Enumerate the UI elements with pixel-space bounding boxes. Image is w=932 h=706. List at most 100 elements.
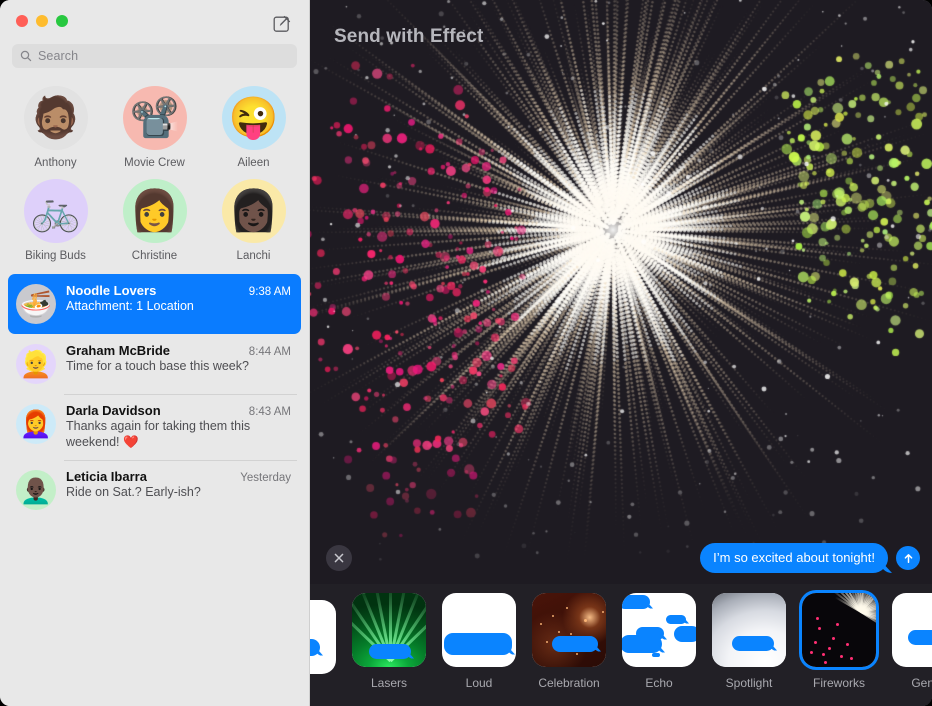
conversation-body: Graham McBride 8:44 AM Time for a touch ba… [66,343,291,384]
zoom-window-button[interactable] [56,15,68,27]
conversation-timestamp: 9:38 AM [249,286,291,298]
sidebar: Search 🧔🏽 Anthony 📽️ Movie Crew 😜 Aileen 🚲 Biki… [0,0,310,706]
avatar-glyph: 👱 [20,351,52,377]
effect-thumb-partial[interactable] [310,600,336,674]
pinned-item-movie-crew[interactable]: 📽️ Movie Crew [105,84,204,169]
conversation-header: Noodle Lovers 9:38 AM [66,283,291,298]
page-title: Send with Effect [334,26,483,48]
avatar-glyph: 📽️ [130,98,180,138]
pinned-item-label: Christine [132,250,177,262]
effect-thumb-celebration[interactable] [532,593,606,667]
search-placeholder: Search [38,49,78,63]
avatar-group-movie-crew: 📽️ [123,86,187,150]
avatar-memoji-christine: 👩 [123,179,187,243]
effects-picker-strip[interactable]: Lasers Loud Celebration Echo Spotlight Firewo… [310,584,932,706]
compose-pencil-square-icon[interactable] [271,12,293,34]
effect-option-partial[interactable] [310,600,336,683]
pinned-item-christine[interactable]: 👩 Christine [105,177,204,262]
avatar-memoji-anthony: 🧔🏽 [24,86,88,150]
search-container: Search [0,44,309,68]
conversation-row[interactable]: 👨🏿‍🦲 Leticia Ibarra Yesterday Ride on Sat.?… [8,460,301,520]
search-icon [20,50,32,62]
pinned-item-label: Movie Crew [124,157,185,169]
avatar-glyph: 🧔🏽 [31,98,81,138]
minimize-window-button[interactable] [36,15,48,27]
search-input[interactable]: Search [12,44,297,68]
conversation-header: Graham McBride 8:44 AM [66,343,291,358]
avatar-glyph: 👩‍🦰 [20,411,52,437]
effect-option-label: Echo [645,676,672,690]
effect-option-label: Loud [466,676,493,690]
message-bubble: I’m so excited about tonight! [700,543,888,573]
conversation-timestamp: 8:43 AM [249,406,291,418]
effect-option-celebration[interactable]: Celebration [532,593,606,690]
conversation-timestamp: Yesterday [240,472,291,484]
conversation-body: Darla Davidson 8:43 AM Thanks again for ta… [66,403,291,450]
effect-option-fireworks[interactable]: Fireworks [802,593,876,690]
outgoing-message-zone: I’m so excited about tonight! [700,543,920,573]
conversation-title: Leticia Ibarra [66,469,147,484]
avatar-glyph: 👩 [130,191,180,231]
conversation-header: Leticia Ibarra Yesterday [66,469,291,484]
send-arrow-up-icon[interactable] [896,546,920,570]
effect-thumb-echo[interactable] [622,593,696,667]
close-x-icon[interactable] [326,545,352,571]
pinned-item-lanchi[interactable]: 👩🏿 Lanchi [204,177,303,262]
effect-option-label: Spotlight [726,676,773,690]
conversation-row[interactable]: 👱 Graham McBride 8:44 AM Time for a touch b… [8,334,301,394]
conversation-row[interactable]: 👩‍🦰 Darla Davidson 8:43 AM Thanks again for… [8,394,301,460]
effect-thumb-spotlight[interactable] [712,593,786,667]
conversation-title: Noodle Lovers [66,283,156,298]
avatar-memoji-darla-davidson: 👩‍🦰 [16,404,56,444]
pinned-conversations-grid: 🧔🏽 Anthony 📽️ Movie Crew 😜 Aileen 🚲 Biking Buds… [0,84,309,262]
conversation-list: 🍜 Noodle Lovers 9:38 AM Attachment: 1 Locat… [0,274,309,520]
close-window-button[interactable] [16,15,28,27]
effect-option-label: Celebration [538,676,599,690]
conversation-body: Noodle Lovers 9:38 AM Attachment: 1 Locati… [66,283,291,324]
avatar-glyph: 👨🏿‍🦲 [20,477,52,503]
avatar-glyph: 🍜 [20,291,52,317]
conversation-snippet: Attachment: 1 Location [66,299,291,315]
effect-preview-panel: Send with Effect I’m so excited about to… [310,0,932,706]
effect-option-loud[interactable]: Loud [442,593,516,690]
avatar-memoji-graham-mcbride: 👱 [16,344,56,384]
conversation-title: Darla Davidson [66,403,161,418]
effect-thumb-gentle[interactable] [892,593,932,667]
effect-thumb-lasers[interactable] [352,593,426,667]
avatar-group-noodle-lovers: 🍜 [16,284,56,324]
effect-option-gentle[interactable]: Gentle [892,593,932,690]
pinned-item-anthony[interactable]: 🧔🏽 Anthony [6,84,105,169]
effect-option-label: Gentle [911,676,932,690]
celebration-preview [532,593,606,667]
conversation-row[interactable]: 🍜 Noodle Lovers 9:38 AM Attachment: 1 Locat… [8,274,301,334]
title-bar [0,0,309,44]
pinned-item-biking-buds[interactable]: 🚲 Biking Buds [6,177,105,262]
effect-thumb-loud[interactable] [442,593,516,667]
spotlight-preview [712,593,786,667]
effect-option-spotlight[interactable]: Spotlight [712,593,786,690]
conversation-timestamp: 8:44 AM [249,346,291,358]
conversation-header: Darla Davidson 8:43 AM [66,403,291,418]
effect-option-label: Lasers [371,676,407,690]
effect-thumb-fireworks[interactable] [802,593,876,667]
traffic-lights [16,15,68,27]
effect-option-label: Fireworks [813,676,865,690]
avatar-group-biking-buds: 🚲 [24,179,88,243]
pinned-item-label: Biking Buds [25,250,86,262]
conversation-snippet: Ride on Sat.? Early-ish? [66,485,291,501]
avatar-memoji-aileen: 😜 [222,86,286,150]
conversation-snippet: Thanks again for taking them this weeken… [66,419,291,450]
avatar-glyph: 🚲 [31,191,81,231]
avatar-glyph: 👩🏿 [229,191,279,231]
effect-option-lasers[interactable]: Lasers [352,593,426,690]
avatar-glyph: 😜 [229,98,279,138]
pinned-item-label: Lanchi [237,250,271,262]
pinned-item-aileen[interactable]: 😜 Aileen [204,84,303,169]
avatar-memoji-lanchi: 👩🏿 [222,179,286,243]
conversation-body: Leticia Ibarra Yesterday Ride on Sat.? Ear… [66,469,291,510]
effect-option-echo[interactable]: Echo [622,593,696,690]
compose-row: I’m so excited about tonight! [310,538,932,578]
messages-window: Search 🧔🏽 Anthony 📽️ Movie Crew 😜 Aileen 🚲 Biki… [0,0,932,706]
pinned-item-label: Anthony [34,157,76,169]
pinned-item-label: Aileen [238,157,270,169]
